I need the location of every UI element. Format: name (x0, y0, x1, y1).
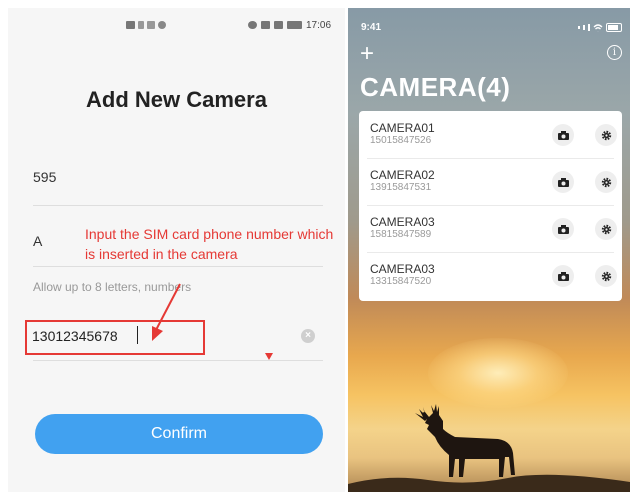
camera-list-screen: 9:41 + i CAMERA(4) CAMERA01 15015847526 … (348, 8, 630, 492)
gear-icon[interactable] (595, 171, 617, 193)
camera-row[interactable]: CAMERA03 13315847520 (359, 252, 622, 299)
camera-icon[interactable] (552, 124, 574, 146)
camera-name: CAMERA01 (370, 121, 435, 135)
camera-name: CAMERA02 (370, 168, 435, 182)
camera-icon[interactable] (552, 265, 574, 287)
sunset-glow (428, 338, 568, 408)
annotation-arrow (152, 283, 181, 341)
wifi-icon (593, 23, 603, 32)
gear-icon[interactable] (595, 124, 617, 146)
camera-phone: 13315847520 (370, 276, 432, 287)
camera-phone: 13915847531 (370, 182, 432, 193)
camera-phone: 15015847526 (370, 135, 432, 146)
plus-icon[interactable]: + (360, 42, 374, 66)
camera-row[interactable]: CAMERA03 15815847589 (359, 205, 622, 252)
camera-count-title: CAMERA(4) (360, 72, 511, 102)
camera-phone: 15815847589 (370, 229, 432, 240)
deer-silhouette (415, 404, 515, 477)
add-camera-screen: 17:06 Add New Camera 595 A Allow up to 8… (8, 8, 345, 492)
status-icons (578, 23, 622, 32)
info-icon[interactable]: i (607, 45, 622, 60)
camera-row[interactable]: CAMERA02 13915847531 (359, 158, 622, 205)
camera-name: CAMERA03 (370, 262, 435, 276)
status-time: 9:41 (361, 22, 382, 33)
confirm-button[interactable]: Confirm (35, 414, 323, 454)
camera-list: CAMERA01 15015847526 CAMERA02 1391584753… (359, 111, 622, 301)
camera-icon[interactable] (552, 218, 574, 240)
gear-icon[interactable] (595, 218, 617, 240)
camera-name: CAMERA03 (370, 215, 435, 229)
gear-icon[interactable] (595, 265, 617, 287)
camera-icon[interactable] (552, 171, 574, 193)
battery-icon (606, 23, 622, 32)
camera-row[interactable]: CAMERA01 15015847526 (359, 111, 622, 158)
